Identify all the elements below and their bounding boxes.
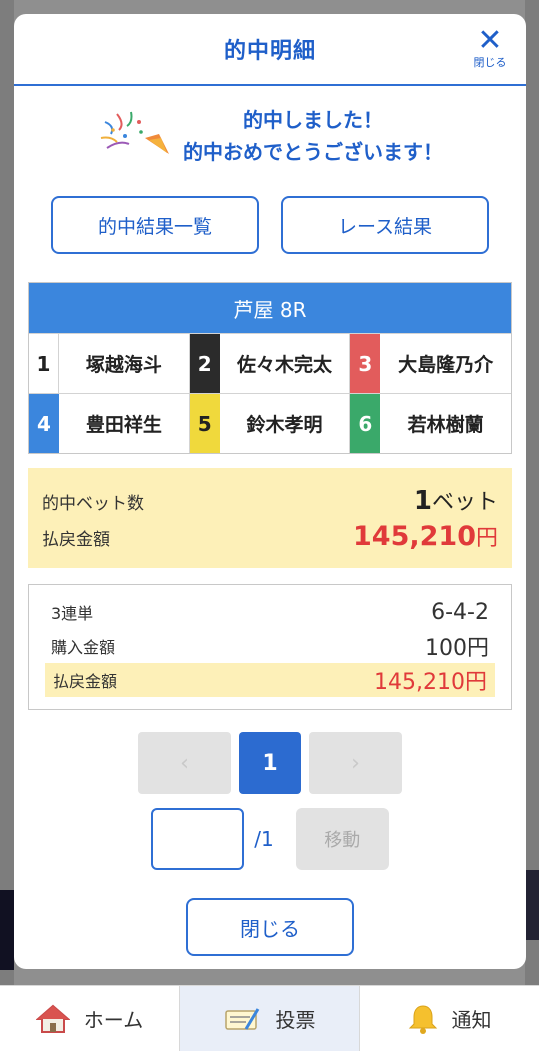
next-page-button[interactable]: › [309, 732, 402, 794]
lane-number: 2 [189, 334, 220, 393]
detail-payout-row: 払戻金額 145,210円 [45, 663, 495, 697]
racer-name: 佐々木完太 [236, 354, 332, 376]
bet-type-value: 6-4-2 [431, 599, 489, 625]
backdrop-left [0, 0, 14, 985]
racer-cell: 3 大島隆乃介 [350, 333, 511, 393]
backdrop-left-dark [0, 890, 14, 970]
congrats-message: 的中しました！ 的中おめでとうございます！ [14, 104, 526, 168]
racer-cell: 5 鈴木孝明 [189, 393, 351, 453]
backdrop-right-dark [525, 870, 539, 940]
purchase-row: 購入金額 100円 [43, 629, 497, 663]
payout-value: 145,210 [353, 521, 476, 552]
tab-home-label: ホーム [83, 1008, 144, 1032]
bet-type-row: 3連単 6-4-2 [43, 595, 497, 629]
bell-icon [408, 1004, 437, 1034]
chevron-right-icon: › [351, 750, 360, 776]
hit-bets-count: 1 [413, 486, 432, 516]
lane-number: 5 [189, 394, 220, 453]
race-card: 芦屋 8R 1 塚越海斗 2 佐々木完太 3 大島隆乃介 4 豊田祥生 5 鈴木… [28, 282, 512, 454]
racer-name: 鈴木孝明 [246, 414, 323, 436]
racer-name: 若林樹蘭 [407, 414, 484, 436]
bet-detail: 3連単 6-4-2 購入金額 100円 払戻金額 145,210円 [28, 584, 512, 710]
modal-title: 的中明細 [223, 39, 316, 64]
hit-bets-unit: ベット [431, 490, 498, 515]
backdrop-right [525, 0, 539, 985]
ticket-icon [224, 1007, 259, 1030]
move-button[interactable]: 移動 [295, 808, 389, 870]
page-number-input[interactable] [151, 808, 245, 870]
racer-cell: 4 豊田祥生 [29, 393, 190, 453]
race-header: 芦屋 8R [29, 283, 511, 333]
lane-number: 6 [350, 394, 381, 453]
tab-home[interactable]: ホーム [0, 986, 179, 1051]
purchase-label: 購入金額 [51, 638, 116, 657]
results-list-button[interactable]: 的中結果一覧 [51, 196, 259, 254]
pagination: ‹ 1 › [14, 732, 526, 794]
tab-notify[interactable]: 通知 [360, 986, 539, 1051]
detail-payout-value: 145,210円 [374, 670, 487, 695]
payout-unit: 円 [475, 526, 498, 551]
page-total: /1 [254, 827, 274, 851]
congrats-line-2: 的中おめでとうございます！ [183, 140, 443, 164]
party-popper-icon [100, 111, 169, 154]
race-results-button[interactable]: レース結果 [281, 196, 489, 254]
modal-header: 的中明細 ✕ 閉じる [14, 14, 526, 86]
close-icon: ✕ [477, 23, 503, 58]
current-page-button[interactable]: 1 [239, 732, 301, 794]
tab-vote-label: 投票 [275, 1008, 316, 1032]
home-icon [35, 1004, 70, 1033]
racer-name: 塚越海斗 [85, 354, 162, 376]
hit-bets-label: 的中ベット数 [42, 494, 144, 514]
racer-cell: 2 佐々木完太 [189, 333, 351, 393]
tab-notify-label: 通知 [451, 1008, 492, 1032]
lane-number: 1 [29, 334, 59, 393]
tab-vote[interactable]: 投票 [179, 986, 360, 1051]
racer-name: 豊田祥生 [85, 414, 162, 436]
congrats-line-1: 的中しました！ [243, 108, 383, 132]
action-buttons: 的中結果一覧 レース結果 [14, 196, 526, 254]
close-button[interactable]: 閉じる [186, 898, 354, 956]
detail-payout-label: 払戻金額 [53, 672, 118, 691]
bottom-tab-bar: ホーム 投票 通知 [0, 985, 539, 1051]
close-modal-button[interactable]: ✕ 閉じる [468, 26, 512, 70]
racer-grid: 1 塚越海斗 2 佐々木完太 3 大島隆乃介 4 豊田祥生 5 鈴木孝明 6 若… [29, 333, 511, 453]
payout-label: 払戻金額 [42, 530, 110, 550]
chevron-left-icon: ‹ [180, 750, 189, 776]
lane-number: 3 [350, 334, 381, 393]
hit-summary: 的中ベット数 1ベット 払戻金額 145,210円 [28, 468, 512, 568]
bet-type-label: 3連単 [51, 604, 94, 623]
hit-detail-modal: 的中明細 ✕ 閉じる 的中しました！ 的中おめでとうございます！ 的中結果一覧 … [14, 14, 526, 969]
lane-number: 4 [29, 394, 59, 453]
page-jump: /1 移動 [14, 808, 526, 870]
racer-name: 大島隆乃介 [398, 354, 494, 376]
racer-cell: 1 塚越海斗 [29, 333, 190, 393]
racer-cell: 6 若林樹蘭 [350, 393, 511, 453]
prev-page-button[interactable]: ‹ [138, 732, 231, 794]
close-modal-label: 閉じる [473, 56, 507, 69]
purchase-value: 100円 [425, 636, 489, 661]
